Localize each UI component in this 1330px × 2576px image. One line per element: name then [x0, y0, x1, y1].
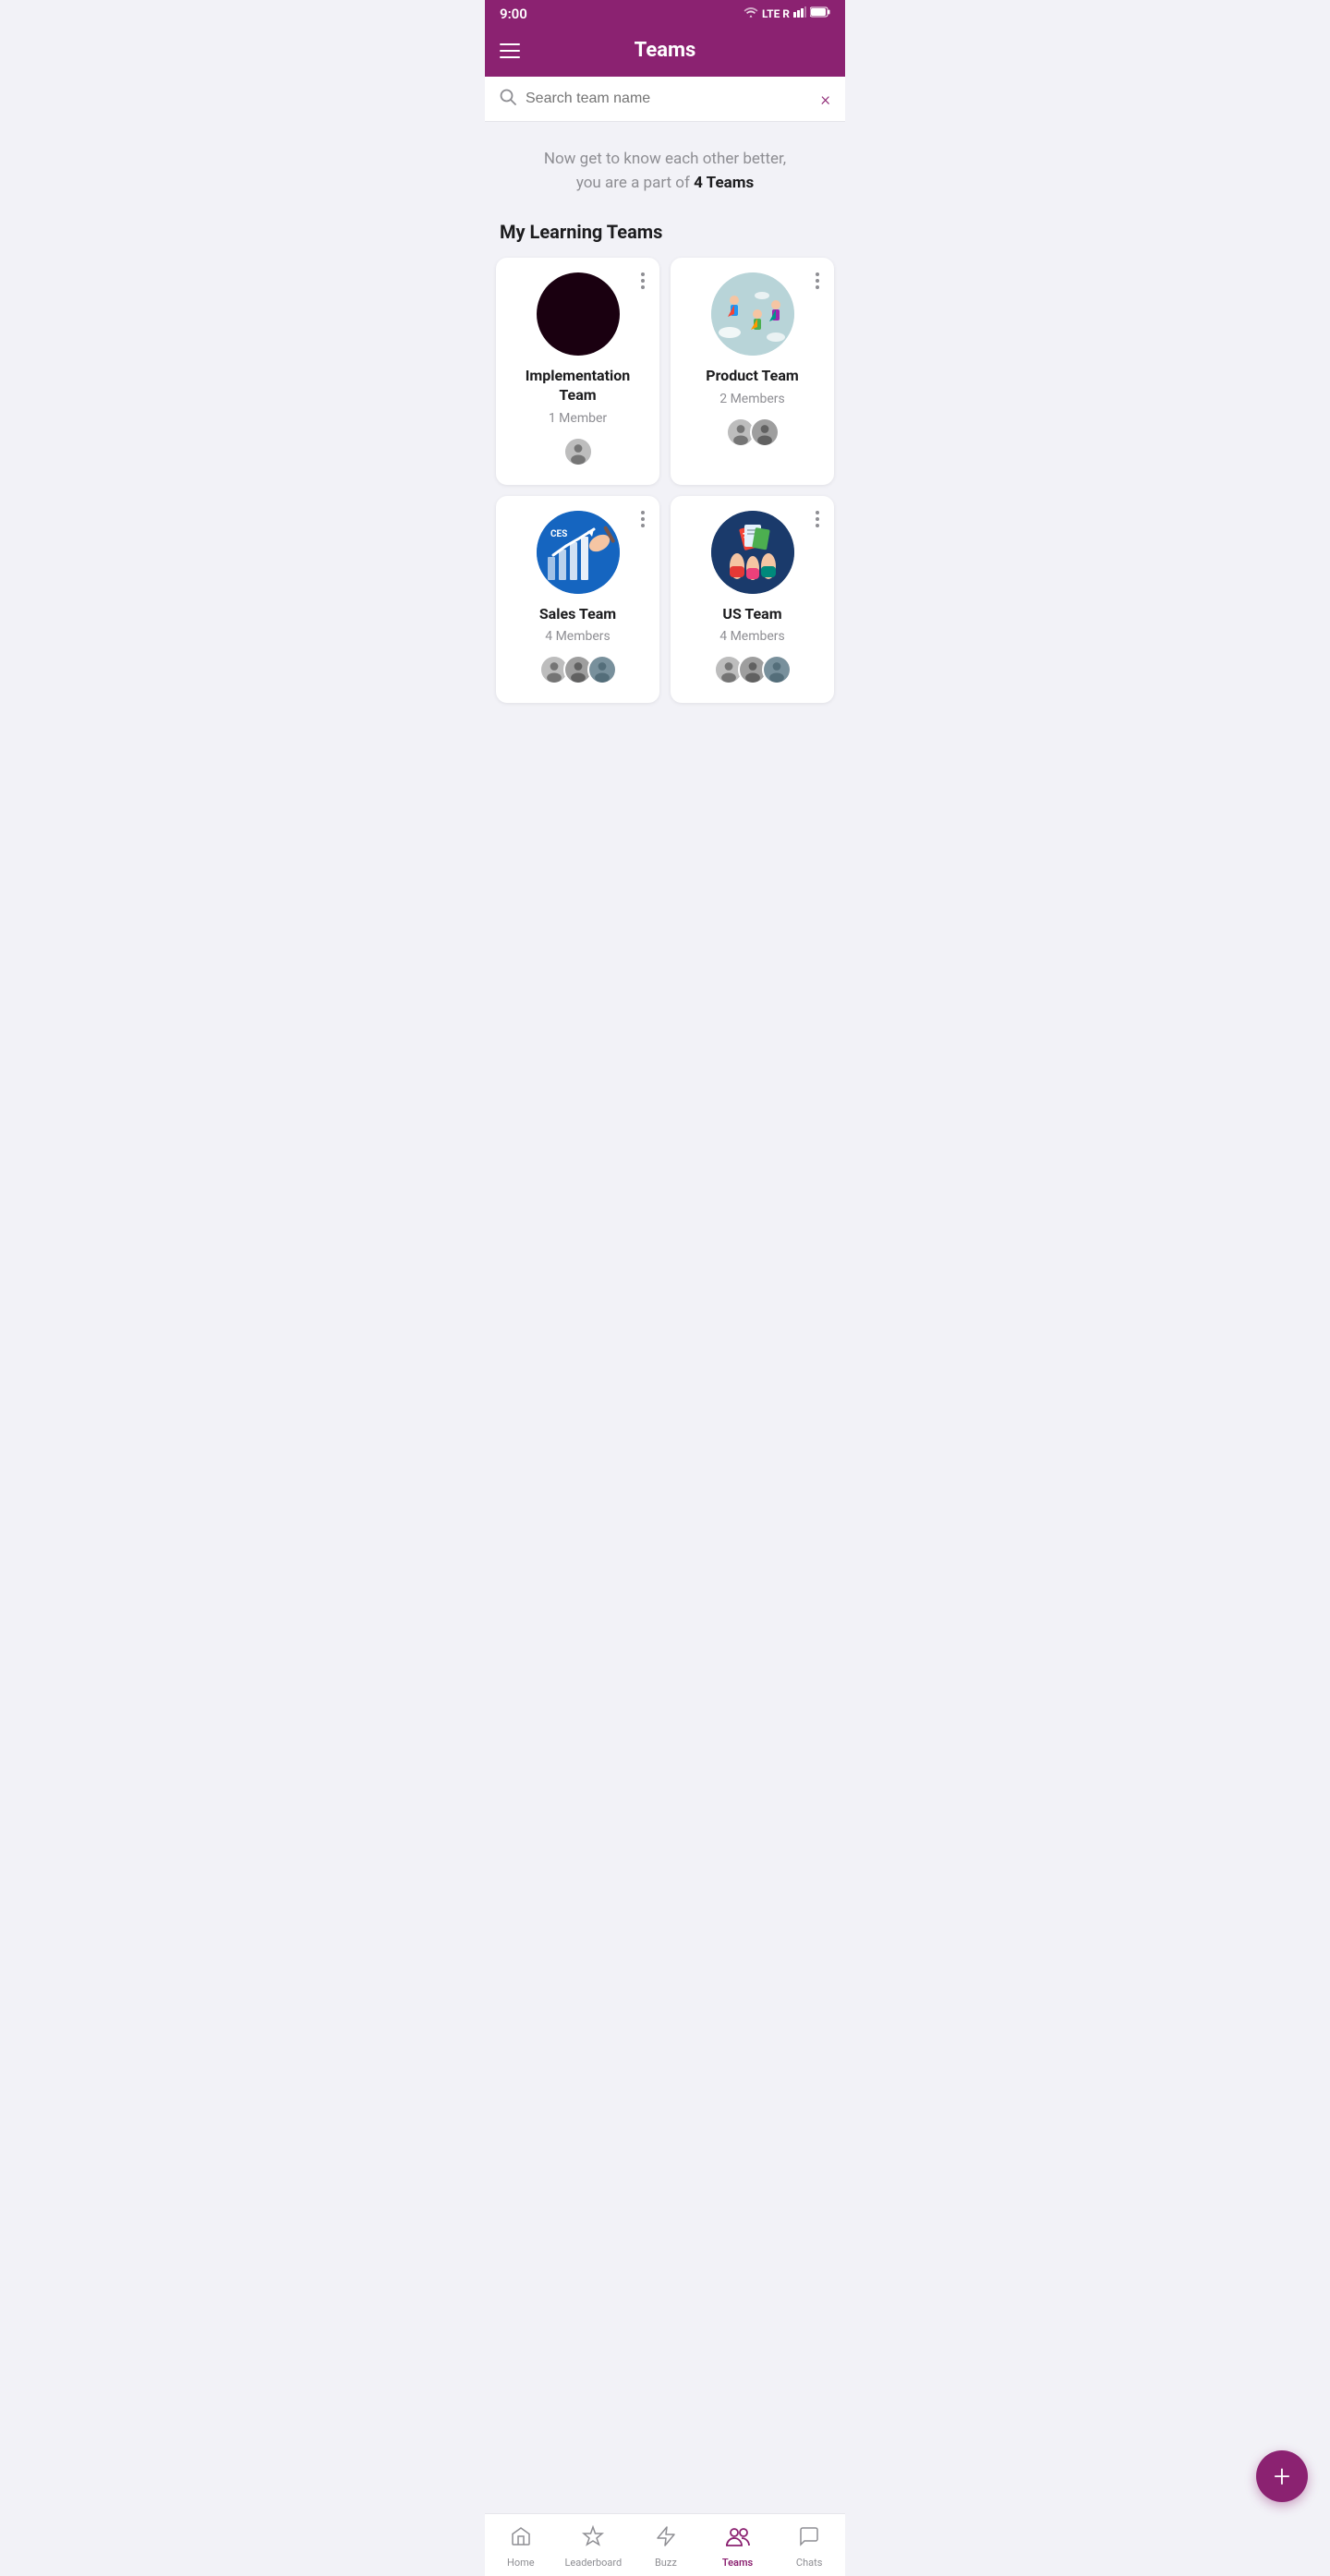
member-avatars-implementation: [563, 437, 593, 466]
nav-label-chats: Chats: [796, 2557, 822, 2569]
search-input[interactable]: [526, 91, 812, 107]
add-icon: +: [1274, 2461, 1290, 2491]
team-members-implementation: 1 Member: [549, 411, 607, 426]
chats-icon: [798, 2525, 820, 2553]
bottom-navigation: Home Leaderboard Buzz T: [485, 2513, 845, 2576]
app-header: Teams: [485, 28, 845, 77]
member-avatar: [587, 655, 617, 684]
member-avatar: [563, 437, 593, 466]
search-bar: ×: [485, 77, 845, 122]
lte-label: LTE R: [762, 7, 790, 20]
nav-label-leaderboard: Leaderboard: [564, 2557, 622, 2569]
status-bar: 9:00 LTE R: [485, 0, 845, 28]
team-members-us: 4 Members: [719, 629, 785, 644]
menu-line-3: [500, 56, 520, 58]
team-menu-sales[interactable]: [637, 507, 648, 531]
team-card-product[interactable]: Product Team 2 Members: [671, 258, 834, 485]
nav-label-teams: Teams: [722, 2557, 753, 2569]
nav-item-home[interactable]: Home: [493, 2522, 549, 2572]
main-content: Now get to know each other better, you a…: [485, 122, 845, 843]
nav-label-buzz: Buzz: [655, 2557, 677, 2569]
team-members-sales: 4 Members: [545, 629, 611, 644]
team-name-product: Product Team: [706, 367, 799, 386]
nav-item-chats[interactable]: Chats: [781, 2522, 837, 2572]
member-avatars-product: [726, 417, 780, 447]
battery-icon: [810, 6, 830, 21]
nav-label-home: Home: [507, 2557, 535, 2569]
search-icon: [500, 89, 516, 110]
team-members-product: 2 Members: [719, 392, 785, 406]
nav-item-teams[interactable]: Teams: [710, 2522, 766, 2572]
add-team-button[interactable]: +: [1256, 2450, 1308, 2502]
member-avatar: [750, 417, 780, 447]
teams-icon: [726, 2525, 750, 2553]
wifi-icon: [744, 6, 758, 21]
menu-line-1: [500, 43, 520, 45]
member-avatars-us: [714, 655, 792, 684]
intro-section: Now get to know each other better, you a…: [485, 122, 845, 213]
team-card-us[interactable]: US Team 4 Members: [671, 496, 834, 704]
svg-text:CES: CES: [550, 529, 567, 539]
nav-item-leaderboard[interactable]: Leaderboard: [564, 2522, 622, 2572]
section-title: My Learning Teams: [485, 213, 845, 258]
team-avatar-product: [711, 272, 794, 356]
menu-line-2: [500, 50, 520, 52]
home-icon: [510, 2525, 532, 2553]
team-card-implementation[interactable]: Implementation Team 1 Member: [496, 258, 659, 485]
status-time: 9:00: [500, 6, 527, 22]
team-avatar-implementation: [537, 272, 620, 356]
team-name-implementation: Implementation Team: [507, 367, 648, 405]
member-avatar: [762, 655, 792, 684]
team-card-sales[interactable]: CES Sales Team 4 Members: [496, 496, 659, 704]
leaderboard-icon: [582, 2525, 604, 2553]
teams-grid: Implementation Team 1 Member: [485, 258, 845, 714]
team-name-us: US Team: [722, 605, 781, 624]
team-menu-implementation[interactable]: [637, 269, 648, 293]
signal-icon: [793, 6, 806, 21]
nav-item-buzz[interactable]: Buzz: [638, 2522, 694, 2572]
clear-search-button[interactable]: ×: [821, 88, 830, 110]
menu-button[interactable]: [500, 43, 520, 58]
team-menu-us[interactable]: [812, 507, 823, 531]
intro-text: Now get to know each other better, you a…: [503, 148, 827, 195]
page-title: Teams: [635, 39, 696, 62]
member-avatars-sales: [539, 655, 617, 684]
buzz-icon: [655, 2525, 677, 2553]
team-avatar-us: [711, 511, 794, 594]
team-menu-product[interactable]: [812, 269, 823, 293]
status-icons: LTE R: [744, 6, 830, 21]
team-name-sales: Sales Team: [539, 605, 616, 624]
team-avatar-sales: CES: [537, 511, 620, 594]
